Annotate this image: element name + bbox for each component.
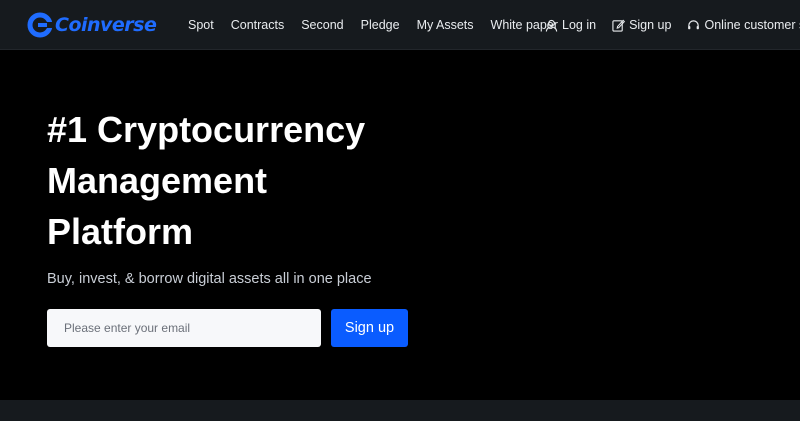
nav-actions: Log in Sign up Online customer service bbox=[545, 0, 800, 49]
customer-service-label: Online customer service bbox=[704, 18, 800, 32]
main-nav: Spot Contracts Second Pledge My Assets W… bbox=[188, 0, 575, 49]
login-link[interactable]: Log in bbox=[545, 18, 596, 32]
login-label: Log in bbox=[562, 18, 597, 32]
signup-link[interactable]: Sign up bbox=[612, 18, 671, 32]
headset-icon bbox=[688, 19, 700, 29]
section-divider-band bbox=[0, 400, 800, 421]
hero-subtitle: Buy, invest, & borrow digital assets all… bbox=[47, 271, 372, 287]
hero-title: #1 Cryptocurrency Management Platform bbox=[47, 104, 427, 257]
nav-link-spot[interactable]: Spot bbox=[188, 18, 214, 32]
coinverse-logo-icon bbox=[27, 12, 53, 38]
email-input[interactable] bbox=[47, 309, 321, 347]
signup-nav-label: Sign up bbox=[629, 18, 672, 32]
hero-section: #1 Cryptocurrency Management Platform Bu… bbox=[0, 51, 800, 400]
user-icon bbox=[545, 19, 558, 32]
edit-icon bbox=[612, 19, 626, 32]
top-navbar: Coinverse Spot Contracts Second Pledge M… bbox=[0, 0, 800, 50]
nav-link-contracts[interactable]: Contracts bbox=[231, 18, 285, 32]
nav-link-my-assets[interactable]: My Assets bbox=[417, 18, 474, 32]
hero-title-line-3: Platform bbox=[47, 211, 194, 252]
brand-logo[interactable]: Coinverse bbox=[27, 11, 157, 39]
brand-name: Coinverse bbox=[55, 14, 157, 36]
hero-title-line-2: Management bbox=[47, 160, 268, 201]
nav-link-pledge[interactable]: Pledge bbox=[361, 18, 400, 32]
customer-service-link[interactable]: Online customer service bbox=[687, 18, 800, 32]
hero-title-line-1: #1 Cryptocurrency bbox=[47, 109, 366, 150]
signup-button[interactable]: Sign up bbox=[331, 309, 408, 347]
nav-link-second[interactable]: Second bbox=[301, 18, 343, 32]
